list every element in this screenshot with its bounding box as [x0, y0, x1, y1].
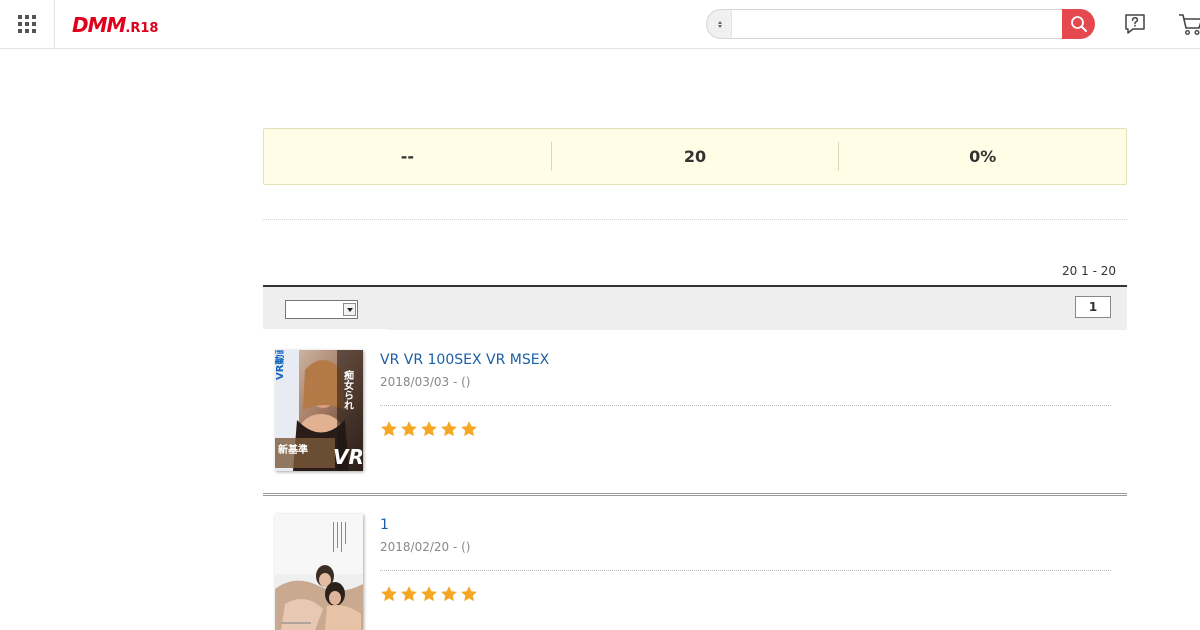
item-divider: [380, 405, 1111, 406]
star-icon: [461, 421, 477, 437]
search-bar: [706, 9, 1095, 39]
summary-box: -- 20 0%: [263, 128, 1127, 185]
cart-button[interactable]: [1178, 12, 1200, 36]
product-date: 2018/03/03 - (): [380, 375, 471, 389]
result-count: 20 1 - 20: [1062, 264, 1116, 278]
search-button[interactable]: [1062, 9, 1095, 39]
search-category-select[interactable]: [706, 9, 732, 39]
product-date: 2018/02/20 - (): [380, 540, 471, 554]
product-thumbnail[interactable]: VR動画 痴女られ 新基準 VR: [275, 350, 363, 471]
star-icon: [441, 586, 457, 602]
summary-cell-total: 20: [550, 142, 839, 171]
help-button[interactable]: [1123, 12, 1147, 36]
logo-main-text: DMM: [72, 13, 126, 37]
apps-menu-button[interactable]: [0, 0, 55, 48]
site-header: DMM.R18: [0, 0, 1200, 49]
cart-icon: [1179, 14, 1200, 36]
select-updown-icon: [717, 20, 722, 28]
search-icon: [1070, 16, 1087, 32]
cover-text-vr-large: VR: [333, 445, 363, 469]
site-logo[interactable]: DMM.R18: [72, 13, 158, 37]
star-icon: [461, 586, 477, 602]
search-input[interactable]: [731, 9, 1063, 39]
product-thumbnail[interactable]: [275, 514, 363, 630]
star-icon: [401, 421, 417, 437]
star-icon: [381, 421, 397, 437]
star-icon: [421, 586, 437, 602]
product-cover-image: [275, 514, 363, 630]
cover-text-vr: VR動画: [275, 350, 286, 380]
list-toolbar: 1: [263, 285, 1127, 330]
pagination-current-page[interactable]: 1: [1075, 296, 1111, 318]
star-icon: [421, 421, 437, 437]
product-cover-image: VR動画 痴女られ 新基準 VR: [275, 350, 363, 471]
product-title-link[interactable]: VR VR 100SEX VR MSEX: [380, 352, 549, 368]
item-divider: [380, 570, 1111, 571]
sort-select[interactable]: [285, 300, 358, 319]
apps-grid-icon: [18, 15, 36, 33]
logo-sub-text: .R18: [125, 21, 159, 36]
summary-cell-average: --: [400, 147, 414, 166]
star-icon: [401, 586, 417, 602]
star-icon: [441, 421, 457, 437]
chevron-down-icon: [343, 303, 356, 316]
product-title-link[interactable]: 1: [380, 517, 389, 533]
cover-text-new: 新基準: [278, 443, 308, 456]
list-item: 1 2018/02/20 - (): [263, 496, 1127, 630]
list-item: VR動画 痴女られ 新基準 VR VR VR 100SEX VR MSEX 20…: [263, 331, 1127, 496]
rating-stars: [380, 420, 478, 438]
cover-text-title: 痴女られ: [342, 369, 354, 410]
section-divider: [263, 219, 1127, 220]
rating-stars: [380, 585, 478, 603]
star-icon: [381, 586, 397, 602]
summary-cell-percent: 0%: [838, 142, 1126, 171]
help-icon: [1125, 14, 1145, 34]
